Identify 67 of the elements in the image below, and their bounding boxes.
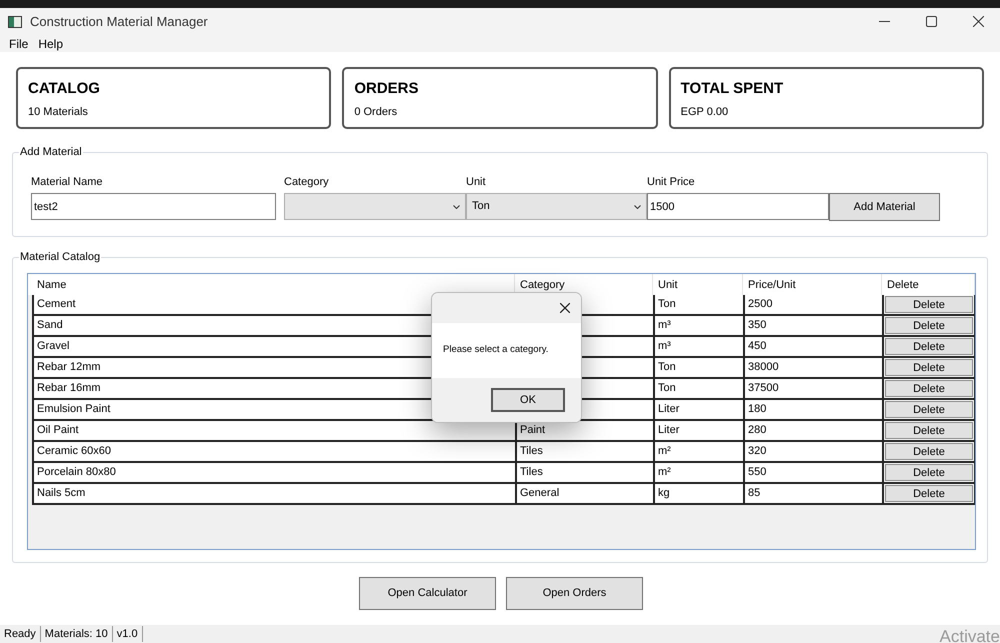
field-label: Unit [466, 175, 487, 189]
table-cell: Nails 5cm [32, 484, 515, 503]
delete-button[interactable]: Delete [885, 443, 973, 460]
table-cell: Liter [653, 421, 743, 440]
table-cell: 280 [743, 421, 882, 440]
status-text: Ready [0, 626, 41, 642]
delete-button[interactable]: Delete [885, 338, 973, 355]
table-cell: Ton [653, 295, 743, 314]
table-cell: 38000 [743, 358, 882, 377]
card-value: 0 Orders [354, 105, 398, 120]
table-cell: Porcelain 80x80 [32, 463, 515, 482]
table-cell: General [515, 484, 653, 503]
add-material-button[interactable]: Add Material [829, 193, 940, 221]
table-cell: Tiles [515, 463, 653, 482]
table-cell: 85 [743, 484, 882, 503]
text-field[interactable]: 1500 [647, 193, 829, 220]
table-cell: 37500 [743, 379, 882, 398]
close-icon[interactable] [973, 16, 984, 27]
action-button[interactable]: Open Calculator [359, 577, 496, 610]
table-cell: 550 [743, 463, 882, 482]
card-title: ORDERS [354, 80, 420, 98]
window-title: Construction Material Manager [30, 12, 208, 31]
activation-text: Activate [940, 626, 1000, 643]
table-cell: 320 [743, 442, 882, 461]
card-title: TOTAL SPENT [680, 80, 784, 98]
action-button[interactable]: Open Orders [506, 577, 643, 610]
delete-button[interactable]: Delete [885, 422, 973, 439]
table-cell: kg [653, 484, 743, 503]
app-icon [8, 16, 22, 28]
delete-button[interactable]: Delete [885, 380, 973, 397]
delete-button[interactable]: Delete [885, 401, 973, 418]
menu-item[interactable]: Help [33, 34, 68, 52]
status-text: v1.0 [112, 626, 143, 642]
table-cell: Liter [653, 400, 743, 419]
table-cell: m³ [653, 337, 743, 356]
ok-button[interactable]: OK [491, 388, 565, 412]
delete-button[interactable]: Delete [885, 485, 973, 502]
chevron-icon [634, 204, 641, 208]
table-cell: Ceramic 60x60 [32, 442, 515, 461]
table-cell: Tiles [515, 442, 653, 461]
field-label: Category [284, 175, 330, 189]
table-cell: 180 [743, 400, 882, 419]
delete-button[interactable]: Delete [885, 296, 973, 313]
field-label: Material Name [31, 175, 104, 189]
delete-button[interactable]: Delete [885, 464, 973, 481]
card-title: CATALOG [28, 80, 101, 98]
table-cell: 350 [743, 316, 882, 335]
chevron-icon [453, 204, 460, 208]
table-cell: m³ [653, 316, 743, 335]
delete-button[interactable]: Delete [885, 317, 973, 334]
table-cell: Ton [653, 379, 743, 398]
table-cell: 450 [743, 337, 882, 356]
status-text: Materials: 10 [40, 626, 113, 642]
table-cell: Ton [653, 358, 743, 377]
dropdown[interactable]: Ton [466, 193, 647, 220]
table-cell: m² [653, 442, 743, 461]
delete-button[interactable]: Delete [885, 359, 973, 376]
close-icon[interactable] [560, 303, 570, 313]
table-cell: 2500 [743, 295, 882, 314]
table-cell: m² [653, 463, 743, 482]
menu-item[interactable]: File [4, 34, 34, 52]
field-label: Unit Price [647, 175, 696, 189]
maximize-icon[interactable] [926, 16, 937, 27]
card-value: 10 Materials [28, 105, 89, 120]
panel-title: Material Catalog [19, 250, 102, 264]
text-field[interactable]: test2 [31, 193, 276, 220]
card-value: EGP 0.00 [680, 105, 730, 120]
